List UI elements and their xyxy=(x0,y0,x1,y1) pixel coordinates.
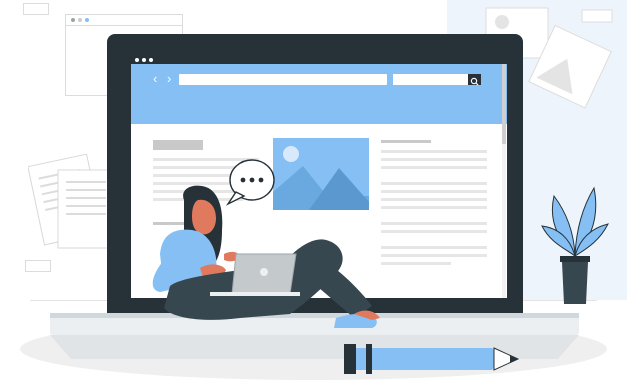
scrollbar-thumb[interactable] xyxy=(502,64,506,144)
heading-block xyxy=(153,140,203,150)
small-rect-sketch xyxy=(23,3,49,15)
window-dot xyxy=(135,58,139,62)
window-dot xyxy=(149,58,153,62)
search-button[interactable] xyxy=(468,74,481,86)
browser-header xyxy=(131,56,507,124)
illustration-scene: ‹ › xyxy=(0,0,627,385)
potted-plant xyxy=(541,186,609,304)
back-arrow-icon[interactable]: ‹ xyxy=(153,72,157,86)
paper-sheets xyxy=(28,153,115,249)
woman-illustration xyxy=(152,159,380,328)
address-bar[interactable] xyxy=(179,74,387,85)
forward-arrow-icon[interactable]: › xyxy=(167,72,171,86)
search-icon xyxy=(470,77,479,86)
small-rect-sketch-2 xyxy=(25,260,51,272)
pen-illustration xyxy=(344,344,520,374)
speech-bubble-icon xyxy=(225,159,275,206)
window-dot xyxy=(142,58,146,62)
sidebar-heading xyxy=(381,140,431,143)
browser-tabstrip xyxy=(131,56,507,64)
